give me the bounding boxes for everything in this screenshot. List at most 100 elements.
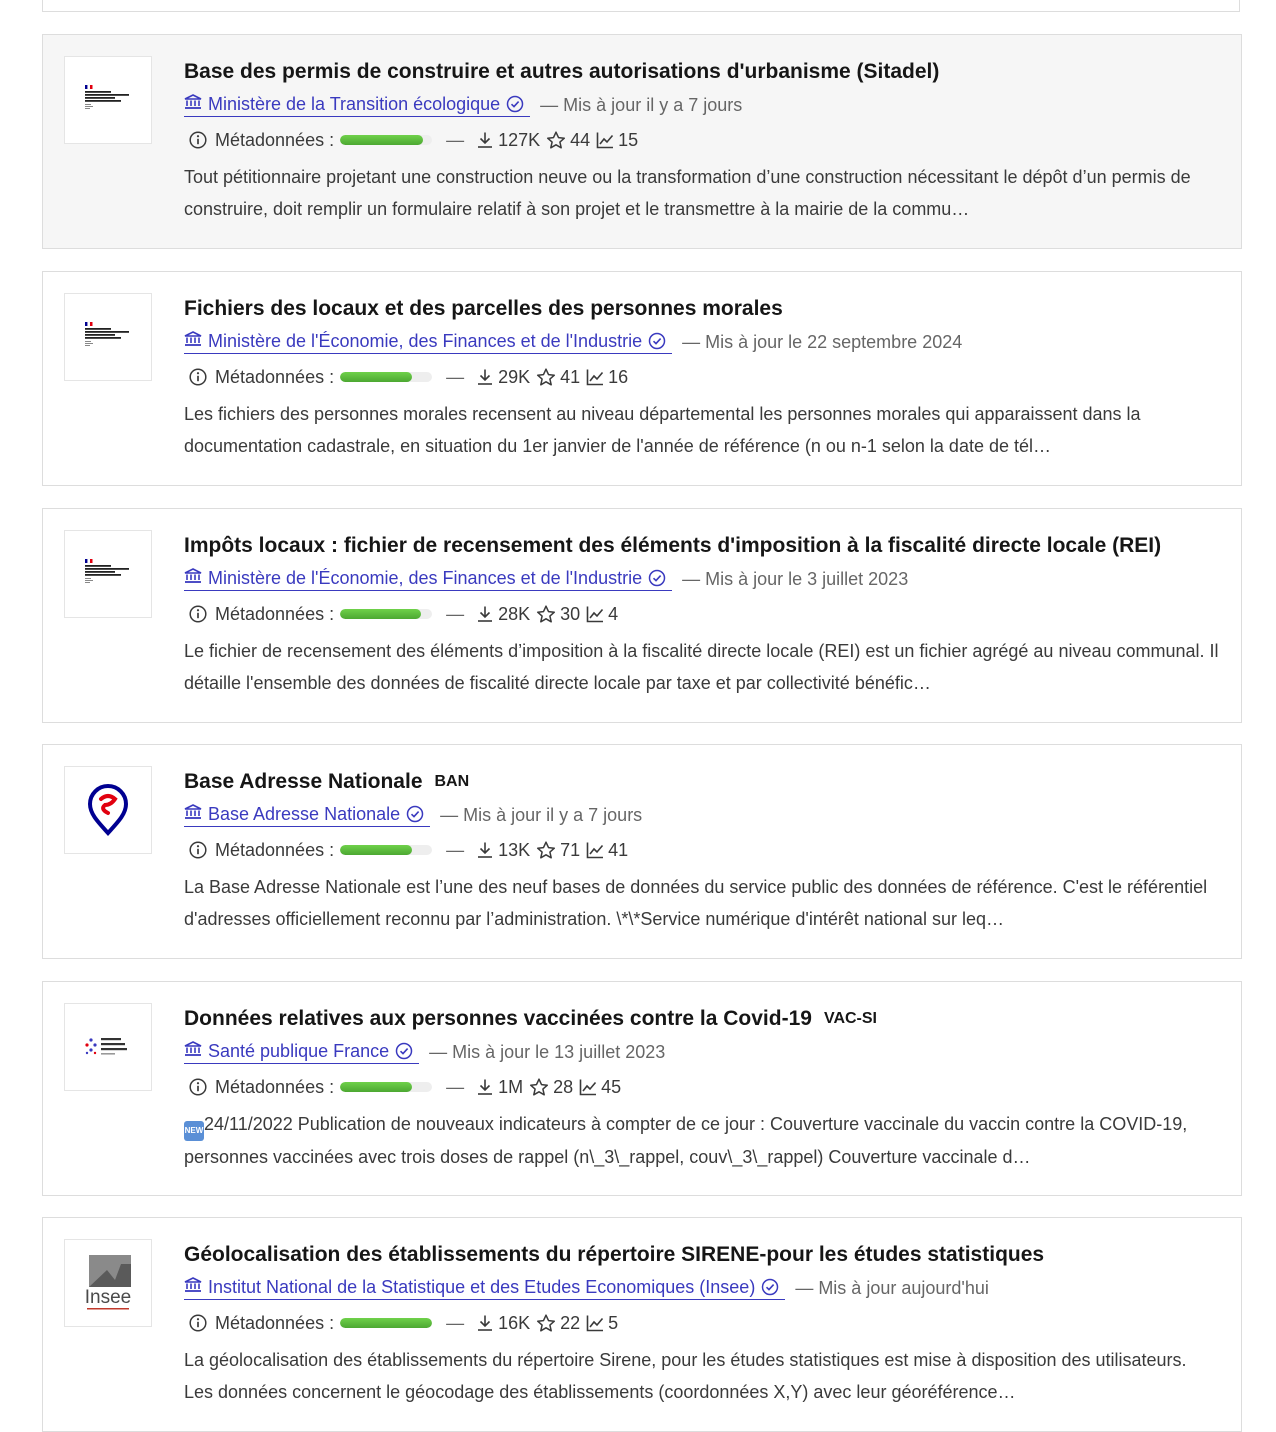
dataset-description: Les fichiers des personnes morales recen…: [184, 398, 1219, 462]
organization-link[interactable]: Institut National de la Statistique et d…: [184, 1276, 786, 1300]
dataset-card[interactable]: Données relatives aux personnes vaccinée…: [42, 981, 1242, 1196]
last-updated: — Mis à jour le 22 septembre 2024: [682, 331, 963, 352]
star-icon: [536, 605, 556, 623]
verified-badge-icon: [406, 805, 430, 823]
reuses-count: 45: [601, 1076, 622, 1097]
star-icon: [536, 841, 556, 859]
metadata-quality-bar: [340, 372, 433, 382]
dataset-title-link[interactable]: Fichiers des locaux et des parcelles des…: [184, 297, 783, 321]
dataset-card[interactable]: Base Adresse Nationale BAN Base Adresse Na…: [42, 744, 1242, 959]
organization-link[interactable]: Ministère de l'Économie, des Finances et…: [184, 330, 673, 354]
downloads-count: 28K: [498, 603, 531, 624]
metadata-label: Métadonnées :: [215, 1076, 335, 1097]
organization-link[interactable]: Santé publique France: [184, 1040, 420, 1064]
organization-logo: [64, 1003, 152, 1091]
dataset-card[interactable]: Fichiers des locaux et des parcelles des…: [42, 271, 1242, 486]
star-icon: [536, 1314, 556, 1332]
metadata-quality-fill: [340, 135, 423, 145]
chart-icon: [579, 1078, 597, 1096]
institution-icon: [184, 567, 208, 589]
metadata-quality-fill: [340, 1318, 433, 1328]
institution-icon: [184, 330, 208, 352]
description-text: La Base Adresse Nationale est l’une des …: [184, 877, 1208, 929]
organization-name: Ministère de l'Économie, des Finances et…: [208, 567, 643, 588]
metadata-label: Métadonnées :: [215, 366, 335, 387]
previous-card-remnant: [42, 0, 1240, 12]
separator: —: [446, 366, 465, 387]
download-icon: [476, 368, 494, 386]
info-icon[interactable]: [189, 1314, 207, 1332]
metadata-quality-fill: [340, 1082, 412, 1092]
metadata-quality-fill: [340, 372, 412, 382]
chart-icon: [586, 841, 604, 859]
marianne-logo-icon: [85, 84, 129, 109]
separator: —: [446, 603, 465, 624]
metadata-quality-bar: [340, 845, 433, 855]
verified-badge-icon: [648, 569, 672, 587]
metadata-quality-bar: [340, 1318, 433, 1328]
organization-name: Institut National de la Statistique et d…: [208, 1276, 756, 1297]
reuses-count: 16: [608, 366, 629, 387]
downloads-count: 16K: [498, 1312, 531, 1333]
dataset-description: Tout pétitionnaire projetant une constru…: [184, 161, 1219, 225]
dataset-description: NEW24/11/2022 Publication de nouveaux in…: [184, 1108, 1219, 1173]
last-updated: — Mis à jour il y a 7 jours: [540, 94, 743, 115]
reuses-count: 5: [608, 1312, 619, 1333]
institution-icon: [184, 93, 208, 115]
stars-count: 28: [553, 1076, 574, 1097]
download-icon: [476, 841, 494, 859]
dataset-card[interactable]: Base des permis de construire et autres …: [42, 34, 1242, 249]
stars-count: 22: [560, 1312, 581, 1333]
stars-count: 41: [560, 366, 581, 387]
verified-badge-icon: [648, 332, 672, 350]
description-text: Tout pétitionnaire projetant une constru…: [184, 167, 1191, 219]
organization-link[interactable]: Base Adresse Nationale: [184, 803, 431, 827]
description-text: Le fichier de recensement des éléments d…: [184, 641, 1219, 693]
dataset-description: La géolocalisation des établissements du…: [184, 1344, 1219, 1408]
downloads-count: 1M: [498, 1076, 524, 1097]
chart-icon: [596, 131, 614, 149]
dataset-title-link[interactable]: Impôts locaux : fichier de recensement d…: [184, 534, 1161, 558]
organization-link[interactable]: Ministère de la Transition écologique: [184, 93, 531, 117]
organization-logo: [64, 293, 152, 381]
description-text: Les fichiers des personnes morales recen…: [184, 404, 1141, 456]
chart-icon: [586, 368, 604, 386]
organization-name: Ministère de la Transition écologique: [208, 93, 501, 114]
dataset-title-link[interactable]: Géolocalisation des établissements du ré…: [184, 1243, 1044, 1267]
organization-name: Santé publique France: [208, 1040, 390, 1061]
organization-logo: [64, 530, 152, 618]
dataset-title-link[interactable]: Base Adresse Nationale: [184, 770, 423, 794]
reuses-count: 4: [608, 603, 619, 624]
downloads-count: 13K: [498, 839, 531, 860]
info-icon[interactable]: [189, 131, 207, 149]
separator: —: [446, 839, 465, 860]
metadata-label: Métadonnées :: [215, 839, 335, 860]
organization-link[interactable]: Ministère de l'Économie, des Finances et…: [184, 567, 673, 591]
reuses-count: 41: [608, 839, 629, 860]
metadata-quality-bar: [340, 1082, 433, 1092]
svg-text:Insee: Insee: [85, 1287, 131, 1308]
last-updated: — Mis à jour le 13 juillet 2023: [429, 1041, 666, 1062]
last-updated: — Mis à jour le 3 juillet 2023: [682, 568, 909, 589]
info-icon[interactable]: [189, 605, 207, 623]
info-icon[interactable]: [189, 1078, 207, 1096]
dataset-title-link[interactable]: Base des permis de construire et autres …: [184, 60, 939, 84]
insee-logo-icon: Insee: [85, 1255, 131, 1310]
info-icon[interactable]: [189, 368, 207, 386]
organization-logo: [64, 56, 152, 144]
institution-icon: [184, 1040, 208, 1062]
dataset-card[interactable]: Impôts locaux : fichier de recensement d…: [42, 508, 1242, 723]
star-icon: [529, 1078, 549, 1096]
info-icon[interactable]: [189, 841, 207, 859]
dataset-title-link[interactable]: Données relatives aux personnes vaccinée…: [184, 1007, 812, 1031]
last-updated: — Mis à jour il y a 7 jours: [440, 804, 643, 825]
verified-badge-icon: [761, 1278, 785, 1296]
download-icon: [476, 1078, 494, 1096]
dataset-card[interactable]: Insee Géolocalisation des établissements …: [42, 1217, 1242, 1432]
reuses-count: 15: [618, 129, 639, 150]
star-icon: [546, 131, 566, 149]
downloads-count: 127K: [498, 129, 541, 150]
organization-name: Base Adresse Nationale: [208, 803, 401, 824]
last-updated: — Mis à jour aujourd'hui: [795, 1277, 989, 1298]
separator: —: [446, 1312, 465, 1333]
